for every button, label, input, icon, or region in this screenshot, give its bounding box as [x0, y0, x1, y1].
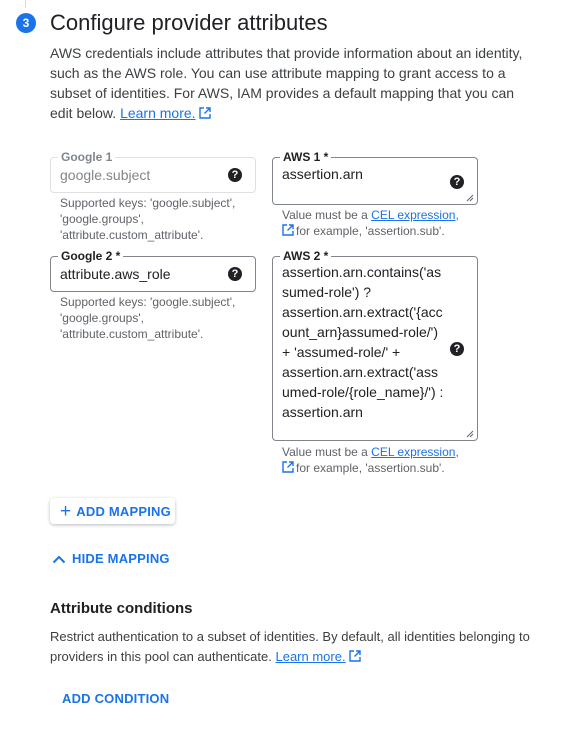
help-icon[interactable]: ? — [450, 175, 464, 189]
aws-1-hint-suffix: for example, 'assertion.sub'. — [296, 224, 445, 238]
aws-2-value-line: + 'assumed-role/' + — [282, 344, 401, 360]
aws-1-hint: Value must be a CEL expression, for exam… — [282, 208, 459, 238]
page-title: Configure provider attributes — [50, 10, 328, 35]
resize-handle-icon[interactable] — [466, 194, 474, 202]
add-mapping-button[interactable]: + ADD MAPPING — [50, 498, 175, 524]
hide-mapping-button[interactable]: HIDE MAPPING — [52, 551, 170, 566]
aws-1-value: assertion.arn — [282, 166, 363, 182]
external-link-icon — [198, 107, 211, 119]
aws-1-field[interactable]: AWS 1 * assertion.arn ? — [272, 150, 478, 205]
help-icon[interactable]: ? — [450, 342, 464, 356]
cel-expression-link[interactable]: CEL expression — [371, 208, 455, 222]
chevron-up-icon — [52, 555, 66, 563]
aws-1-hint-prefix: Value must be a — [282, 208, 372, 222]
google-1-value: google.subject — [60, 167, 151, 183]
external-link-icon — [348, 650, 361, 662]
external-link-icon — [282, 461, 294, 473]
intro-text: AWS credentials include attributes that … — [50, 43, 535, 123]
help-icon[interactable]: ? — [228, 267, 242, 281]
attribute-conditions-title: Attribute conditions — [50, 600, 193, 617]
aws-2-value-line: assertion.arn.extract('ass — [282, 364, 438, 380]
add-mapping-label: ADD MAPPING — [76, 503, 171, 519]
aws-2-value-line: assertion.arn — [282, 404, 363, 420]
step-number-badge: 3 — [16, 13, 36, 33]
google-2-field[interactable]: Google 2 * attribute.aws_role ? — [50, 249, 256, 292]
conditions-learn-more-link[interactable]: Learn more. — [275, 649, 345, 664]
external-link-icon — [282, 224, 294, 236]
aws-2-label: AWS 2 * — [280, 249, 332, 263]
aws-2-value-line: assertion.arn.contains('as — [282, 264, 442, 280]
add-condition-button[interactable]: ADD CONDITION — [62, 691, 169, 706]
google-1-label: Google 1 — [58, 150, 116, 164]
aws-2-value-line: assertion.arn.extract('{acc — [282, 304, 443, 320]
aws-2-value: assertion.arn.contains('as sumed-role') … — [282, 262, 443, 422]
aws-2-value-line: sumed-role') ? — [282, 284, 372, 300]
aws-2-field[interactable]: AWS 2 * assertion.arn.contains('as sumed… — [272, 249, 478, 441]
plus-icon: + — [60, 500, 72, 522]
aws-2-hint-suffix: for example, 'assertion.sub'. — [296, 461, 445, 475]
attribute-conditions-desc: Restrict authentication to a subset of i… — [50, 627, 535, 667]
hide-mapping-label: HIDE MAPPING — [72, 551, 170, 566]
google-2-label: Google 2 * — [58, 249, 124, 263]
google-2-value: attribute.aws_role — [60, 266, 171, 282]
help-icon[interactable]: ? — [228, 168, 242, 182]
aws-2-value-line: umed-role/{role_name}/') : — [282, 384, 444, 400]
learn-more-link[interactable]: Learn more. — [120, 105, 195, 121]
google-1-field[interactable]: Google 1 google.subject ? — [50, 150, 256, 193]
resize-handle-icon[interactable] — [466, 430, 474, 438]
step-connector-line — [25, 0, 26, 8]
aws-2-value-line: ount_arn}assumed-role/') — [282, 324, 438, 340]
aws-2-hint-prefix: Value must be a — [282, 445, 372, 459]
google-2-hint: Supported keys: 'google.subject', 'googl… — [60, 295, 236, 341]
cel-expression-link[interactable]: CEL expression — [371, 445, 455, 459]
aws-2-hint: Value must be a CEL expression, for exam… — [282, 445, 459, 475]
aws-1-label: AWS 1 * — [280, 150, 332, 164]
google-1-hint: Supported keys: 'google.subject', 'googl… — [60, 196, 236, 242]
